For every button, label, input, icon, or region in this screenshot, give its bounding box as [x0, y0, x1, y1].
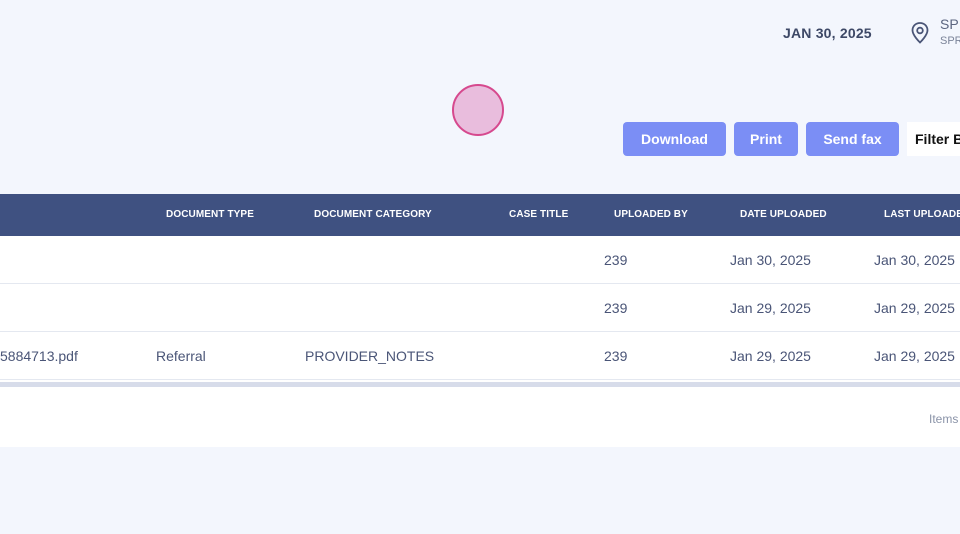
location-title[interactable]: SP	[940, 16, 959, 32]
top-bar: JAN 30, 2025 SP SPR	[0, 0, 960, 66]
cell-date-uploaded: Jan 29, 2025	[730, 300, 811, 316]
table-row[interactable]: 239 Jan 30, 2025 Jan 30, 2025	[0, 236, 960, 284]
table-divider	[0, 382, 960, 387]
cell-uploaded-by: 239	[604, 348, 628, 364]
location-subtitle: SPR	[940, 35, 960, 47]
cell-last-uploaded: Jan 29, 2025	[874, 300, 955, 316]
cell-document-type: Referral	[156, 348, 206, 364]
table-row[interactable]: 5884713.pdf Referral PROVIDER_NOTES 239 …	[0, 332, 960, 380]
column-header-uploaded-by[interactable]: UPLOADED BY	[614, 209, 688, 220]
cell-uploaded-by: 239	[604, 300, 628, 316]
cell-file-name[interactable]: 5884713.pdf	[0, 348, 78, 364]
documents-table: DOCUMENT TYPE DOCUMENT CATEGORY CASE TIT…	[0, 194, 960, 447]
table-header: DOCUMENT TYPE DOCUMENT CATEGORY CASE TIT…	[0, 194, 960, 236]
print-button[interactable]: Print	[734, 122, 798, 156]
column-header-document-category[interactable]: DOCUMENT CATEGORY	[314, 209, 432, 220]
send-fax-button[interactable]: Send fax	[806, 122, 899, 156]
download-button[interactable]: Download	[623, 122, 726, 156]
cell-date-uploaded: Jan 30, 2025	[730, 252, 811, 268]
cell-document-category: PROVIDER_NOTES	[305, 348, 435, 364]
cell-date-uploaded: Jan 29, 2025	[730, 348, 811, 364]
column-header-last-uploaded[interactable]: LAST UPLOADE	[884, 209, 960, 220]
table-row[interactable]: 239 Jan 29, 2025 Jan 29, 2025	[0, 284, 960, 332]
cell-uploaded-by: 239	[604, 252, 628, 268]
column-header-document-type[interactable]: DOCUMENT TYPE	[166, 209, 254, 220]
current-date: JAN 30, 2025	[783, 25, 872, 41]
cell-last-uploaded: Jan 29, 2025	[874, 348, 955, 364]
filter-dropdown[interactable]: Filter B	[907, 122, 960, 156]
column-header-case-title[interactable]: CASE TITLE	[509, 209, 568, 220]
map-pin-icon[interactable]	[909, 21, 931, 45]
column-header-date-uploaded[interactable]: DATE UPLOADED	[740, 209, 827, 220]
document-toolbar: Download Print Send fax Filter B	[0, 122, 960, 156]
pagination-items-label: Items	[929, 412, 959, 426]
cell-last-uploaded: Jan 30, 2025	[874, 252, 955, 268]
